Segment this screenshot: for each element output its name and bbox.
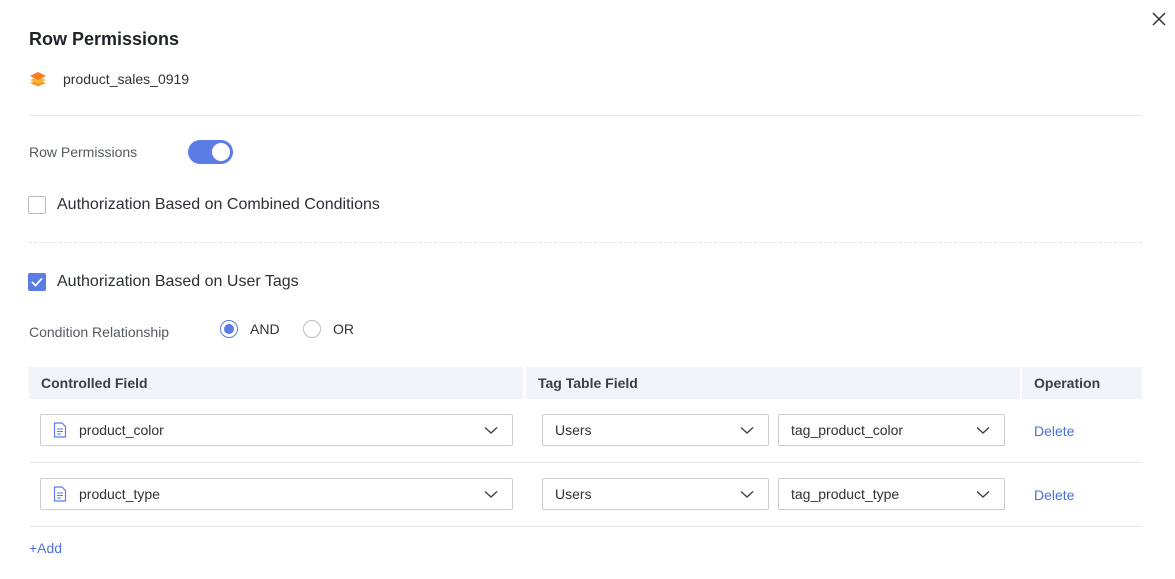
chevron-down-icon (976, 424, 990, 436)
checkbox-box[interactable] (28, 196, 46, 214)
chevron-down-icon (484, 488, 498, 500)
controlled-field-select[interactable]: product_type (40, 478, 513, 510)
tag-field-value: tag_product_type (791, 486, 900, 502)
radio-and[interactable]: AND (220, 320, 280, 338)
radio-or[interactable]: OR (303, 320, 354, 338)
radio-and-label: AND (250, 321, 280, 337)
permissions-table: Controlled Field Tag Table Field Operati… (29, 367, 1142, 527)
condition-relationship-label: Condition Relationship (29, 324, 170, 340)
controlled-field-select[interactable]: product_color (40, 414, 513, 446)
radio-circle[interactable] (303, 320, 321, 338)
document-icon (53, 486, 67, 502)
combined-conditions-checkbox[interactable]: Authorization Based on Combined Conditio… (28, 196, 380, 214)
header-controlled-field: Controlled Field (29, 367, 524, 399)
table-row: product_type Users tag_product_type Dele… (29, 463, 1142, 527)
chevron-down-icon (740, 424, 754, 436)
header-operation: Operation (1034, 375, 1101, 391)
section-divider (29, 242, 1142, 243)
delete-link[interactable]: Delete (1034, 423, 1074, 439)
close-button[interactable] (1148, 8, 1170, 30)
delete-link[interactable]: Delete (1034, 487, 1074, 503)
dialog-title: Row Permissions (29, 29, 180, 49)
radio-or-label: OR (333, 321, 354, 337)
user-tags-label: Authorization Based on User Tags (57, 273, 299, 290)
toggle-knob (212, 143, 230, 161)
document-icon (53, 422, 67, 438)
tag-source-select[interactable]: Users (542, 478, 769, 510)
tag-field-select[interactable]: tag_product_type (778, 478, 1005, 510)
add-condition-link[interactable]: +Add (29, 540, 62, 556)
check-icon (31, 277, 43, 287)
chevron-down-icon (976, 488, 990, 500)
chevron-down-icon (740, 488, 754, 500)
radio-dot (224, 324, 234, 334)
tag-field-select[interactable]: tag_product_color (778, 414, 1005, 446)
checkbox-box[interactable] (28, 273, 46, 291)
user-tags-checkbox[interactable]: Authorization Based on User Tags (28, 273, 299, 291)
tag-source-select[interactable]: Users (542, 414, 769, 446)
controlled-field-value: product_color (79, 422, 164, 438)
layers-icon (29, 70, 47, 88)
close-icon (1152, 12, 1166, 26)
dataset-info: product_sales_0919 (29, 70, 189, 88)
dataset-name: product_sales_0919 (63, 71, 190, 87)
table-header: Controlled Field Tag Table Field Operati… (29, 367, 1142, 399)
tag-field-value: tag_product_color (791, 422, 904, 438)
controlled-field-value: product_type (79, 486, 160, 502)
row-permissions-label: Row Permissions (29, 144, 138, 160)
radio-circle[interactable] (220, 320, 238, 338)
combined-conditions-label: Authorization Based on Combined Conditio… (57, 196, 380, 213)
tag-source-value: Users (555, 486, 592, 502)
row-permissions-toggle[interactable] (188, 140, 233, 164)
header-tag-table-field: Tag Table Field (538, 375, 638, 391)
tag-source-value: Users (555, 422, 592, 438)
divider (29, 115, 1142, 116)
table-row: product_color Users tag_product_color De… (29, 399, 1142, 463)
chevron-down-icon (484, 424, 498, 436)
